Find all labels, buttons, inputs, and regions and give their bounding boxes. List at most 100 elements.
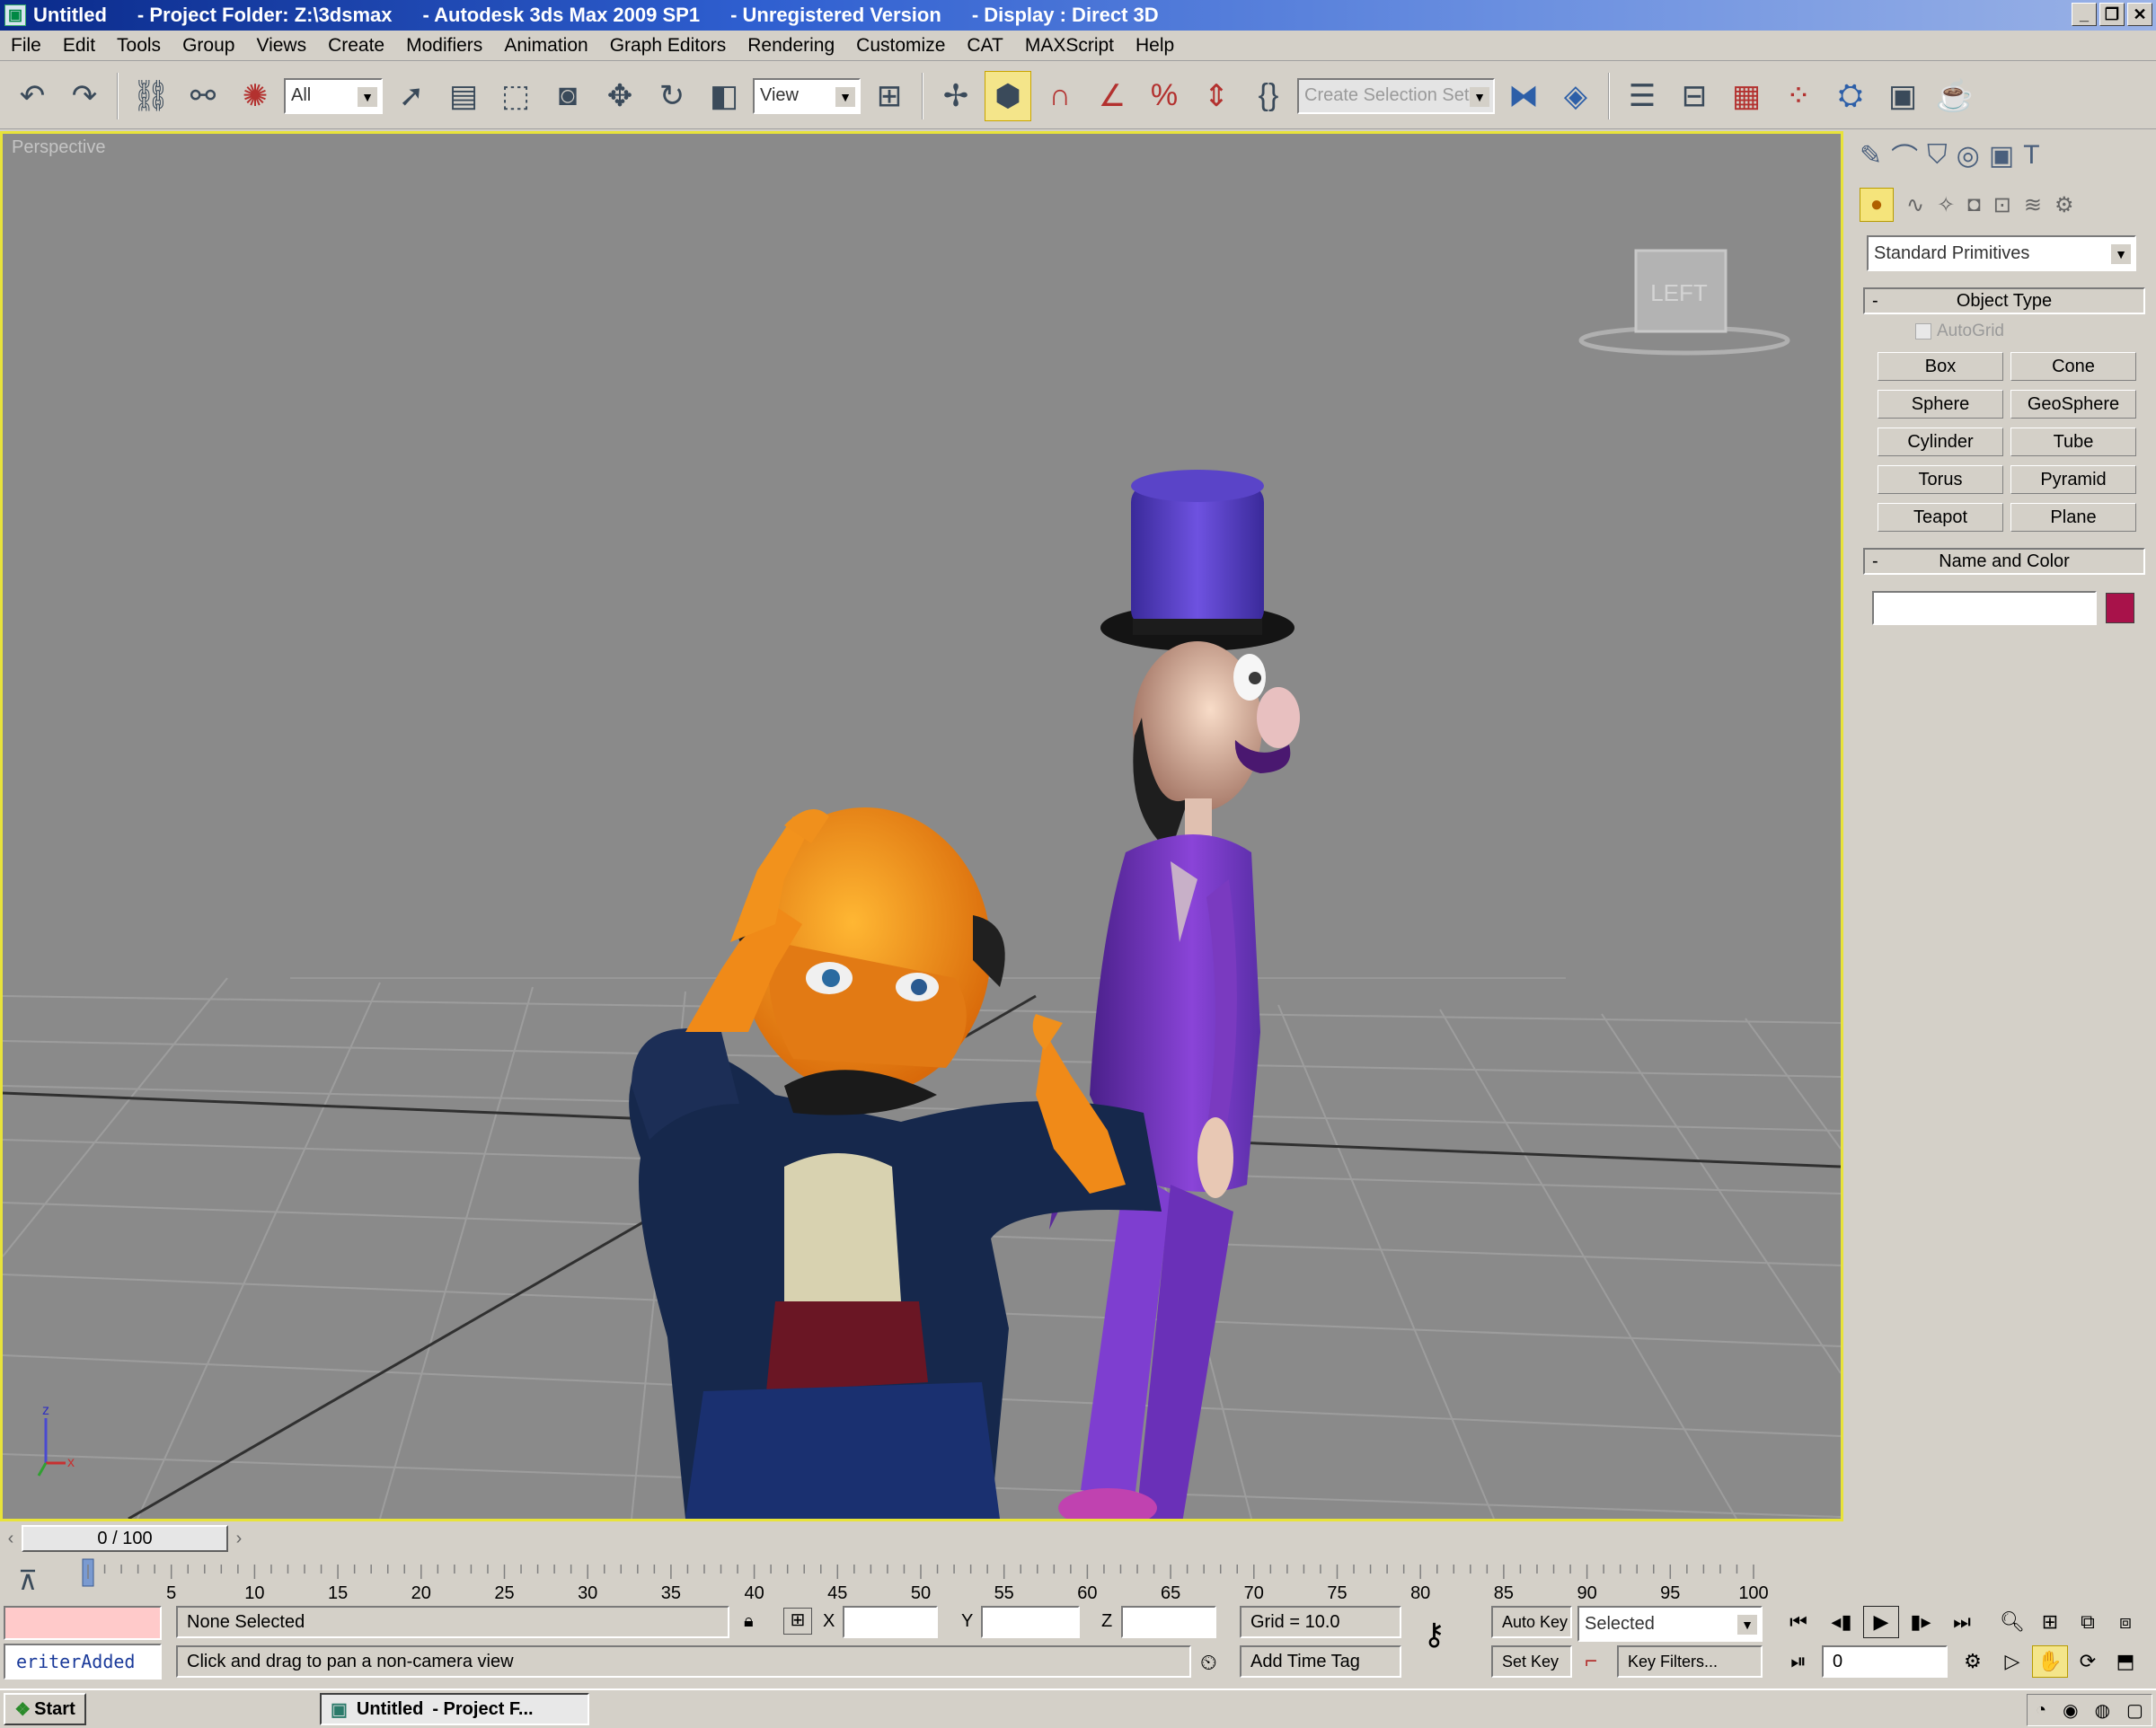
schematic-view-icon[interactable]: ▦ <box>1723 71 1770 121</box>
next-key-icon[interactable]: ▮▸ <box>1903 1606 1939 1638</box>
space-warps-icon[interactable]: ≋ <box>2024 192 2042 218</box>
keyboard-shortcut-icon[interactable]: ⬢ <box>985 70 1031 121</box>
display-tab-icon[interactable]: ▣ <box>1989 140 2014 172</box>
pan-view-icon[interactable]: ✋ <box>2032 1645 2068 1678</box>
scale-icon[interactable]: ◧ <box>701 71 747 121</box>
menu-maxscript[interactable]: MAXScript <box>1014 35 1125 57</box>
maxscript-mini-listener[interactable] <box>4 1606 162 1640</box>
prev-key-icon[interactable]: ◂▮ <box>1824 1606 1860 1638</box>
reference-coord-dropdown[interactable]: View <box>753 77 861 114</box>
select-by-name-icon[interactable]: ▤ <box>440 71 487 121</box>
manipulate-icon[interactable]: ✢ <box>932 71 979 121</box>
viewcube-face-label[interactable]: LEFT <box>1650 279 1708 306</box>
percent-snap-icon[interactable]: % <box>1141 71 1188 121</box>
plane-button[interactable]: Plane <box>2010 503 2136 532</box>
key-filters-button[interactable]: Key Filters... <box>1617 1645 1763 1678</box>
menu-create[interactable]: Create <box>317 35 395 57</box>
spinner-snap-icon[interactable]: ⇕ <box>1193 71 1240 121</box>
undo-icon[interactable]: ↶ <box>9 71 56 121</box>
tube-button[interactable]: Tube <box>2010 428 2136 456</box>
menu-customize[interactable]: Customize <box>845 35 956 57</box>
display-icon[interactable]: ▢ <box>2126 1699 2143 1722</box>
minimize-button[interactable]: _ <box>2072 3 2097 26</box>
create-tab-icon[interactable]: ✎ <box>1860 140 1882 172</box>
rendered-frame-icon[interactable]: ▣ <box>1879 71 1926 121</box>
network-icon[interactable]: ◔ <box>2036 1700 2046 1721</box>
x-coord-field[interactable] <box>843 1606 938 1638</box>
menu-cat[interactable]: CAT <box>956 35 1013 57</box>
geosphere-button[interactable]: GeoSphere <box>2010 390 2136 419</box>
track-bar[interactable]: ⊼ 5 10 15 20 25 30 35 40 45 50 55 60 65 70 75 80 85 90 95 1… <box>0 1557 1852 1603</box>
autogrid-checkbox[interactable] <box>1915 323 1931 339</box>
align-icon[interactable]: ◈ <box>1552 71 1599 121</box>
utilities-tab-icon[interactable]: T <box>2023 140 2039 171</box>
menu-file[interactable]: File <box>0 35 52 57</box>
pivot-icon[interactable]: ⊞ <box>866 71 913 121</box>
3dsmax-app-icon[interactable]: ▣ <box>4 4 26 26</box>
rect-region-icon[interactable]: ⬚ <box>492 71 539 121</box>
security-icon[interactable]: ◍ <box>2095 1699 2110 1722</box>
menu-views[interactable]: Views <box>245 35 317 57</box>
geometry-icon[interactable]: ● <box>1860 188 1894 222</box>
y-coord-field[interactable] <box>981 1606 1080 1638</box>
move-icon[interactable]: ✥ <box>596 71 643 121</box>
menu-graph-editors[interactable]: Graph Editors <box>599 35 738 57</box>
default-in-out-tangent-icon[interactable]: ⌐ <box>1585 1649 1597 1674</box>
material-editor-icon[interactable]: ⁘ <box>1775 71 1822 121</box>
helpers-icon[interactable]: ⊡ <box>1993 192 2011 218</box>
motion-tab-icon[interactable]: ◎ <box>1957 140 1980 172</box>
systems-icon[interactable]: ⚙ <box>2054 192 2074 218</box>
menu-group[interactable]: Group <box>172 35 245 57</box>
zoom-extents-all-icon[interactable]: ⧈ <box>2107 1606 2143 1638</box>
window-crossing-icon[interactable]: ◙ <box>544 71 591 121</box>
torus-button[interactable]: Torus <box>1878 465 2003 494</box>
object-color-swatch[interactable] <box>2106 593 2134 623</box>
orbit-icon[interactable]: ⟳ <box>2070 1645 2106 1678</box>
collapse-icon[interactable]: - <box>1872 291 1878 312</box>
lights-icon[interactable]: ✧ <box>1937 192 1955 218</box>
selection-filter-dropdown[interactable]: All <box>284 77 383 114</box>
maxscript-listener-output[interactable]: eriterAdded <box>4 1644 162 1680</box>
sphere-button[interactable]: Sphere <box>1878 390 2003 419</box>
box-button[interactable]: Box <box>1878 352 2003 381</box>
cameras-icon[interactable]: ◘ <box>1967 192 1981 217</box>
menu-tools[interactable]: Tools <box>106 35 172 57</box>
mirror-icon[interactable]: ⧓ <box>1500 71 1547 121</box>
next-frame-arrow-icon[interactable]: › <box>228 1529 250 1549</box>
absolute-mode-icon[interactable]: ⊞ <box>783 1608 812 1635</box>
teapot-button[interactable]: Teapot <box>1878 503 2003 532</box>
prev-frame-arrow-icon[interactable]: ‹ <box>0 1529 22 1549</box>
restore-button[interactable]: ❐ <box>2099 3 2125 26</box>
cone-button[interactable]: Cone <box>2010 352 2136 381</box>
object-name-field[interactable] <box>1872 591 2097 625</box>
taskbar-item-3dsmax[interactable]: ▣ Untitled - Project F... <box>320 1693 589 1725</box>
unlink-icon[interactable]: ⚯ <box>180 71 226 121</box>
menu-modifiers[interactable]: Modifiers <box>395 35 493 57</box>
quick-render-icon[interactable]: ☕ <box>1931 71 1978 121</box>
add-time-tag-button[interactable]: Add Time Tag <box>1240 1645 1401 1678</box>
set-key-icon[interactable]: ⚷ <box>1423 1617 1445 1653</box>
curve-editor-mini-icon[interactable]: ⊼ <box>18 1566 38 1596</box>
menu-edit[interactable]: Edit <box>52 35 106 57</box>
menu-rendering[interactable]: Rendering <box>737 35 845 57</box>
lock-selection-icon[interactable]: 🔒︎ <box>744 1611 754 1632</box>
start-button[interactable]: ❖ Start <box>4 1693 86 1725</box>
z-coord-field[interactable] <box>1121 1606 1216 1638</box>
time-tag-icon[interactable]: ⏲ <box>1200 1651 1217 1676</box>
field-of-view-icon[interactable]: ▷ <box>1994 1645 2030 1678</box>
volume-icon[interactable]: ◉ <box>2063 1699 2078 1722</box>
redo-icon[interactable]: ↷ <box>61 71 108 121</box>
auto-key-button[interactable]: Auto Key <box>1491 1606 1572 1638</box>
time-configuration-icon[interactable]: ⚙ <box>1955 1645 1991 1678</box>
curve-editor-icon[interactable]: ⊟ <box>1671 71 1718 121</box>
rotate-icon[interactable]: ↻ <box>649 71 695 121</box>
select-object-icon[interactable]: ➚ <box>388 71 435 121</box>
name-and-color-rollout[interactable]: - Name and Color <box>1863 548 2145 575</box>
set-key-button[interactable]: Set Key <box>1491 1645 1572 1678</box>
bind-spacewarp-icon[interactable]: ✺ <box>232 71 278 121</box>
modify-tab-icon[interactable]: ⌒ <box>1891 136 1918 175</box>
close-button[interactable]: ✕ <box>2127 3 2152 26</box>
goto-start-icon[interactable]: ⏮ <box>1780 1606 1816 1638</box>
current-frame-field[interactable]: 0 <box>1822 1645 1948 1678</box>
zoom-all-icon[interactable]: ⊞ <box>2032 1606 2068 1638</box>
